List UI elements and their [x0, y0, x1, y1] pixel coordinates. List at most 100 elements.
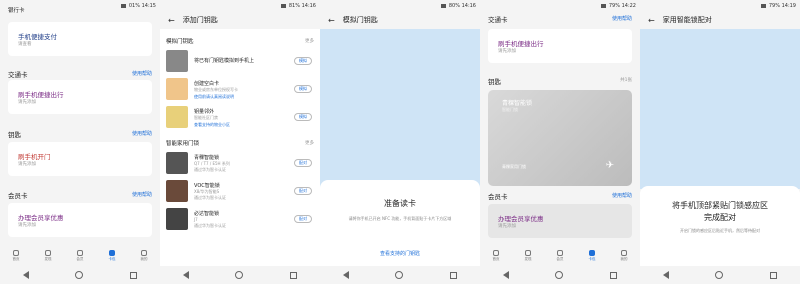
screen-wallet-home: 01% 14:15 银行卡 手机便捷支付 请查看 交通卡 使用帮助 刷手机便捷出行… — [0, 0, 160, 284]
tab-me[interactable]: 我的 — [621, 250, 628, 262]
sheet-desc: 请将你手机已开启 NFC 功能，手机背面贴于卡片下方区域 — [348, 216, 452, 221]
section-member: 会员卡 — [488, 193, 508, 201]
read-card-sheet: 准备读卡 请将你手机已开启 NFC 功能，手机背面贴于卡片下方区域 查看支持的门… — [320, 180, 480, 266]
tab-member[interactable]: 会员 — [557, 250, 564, 262]
tab-home[interactable]: 首页 — [493, 250, 500, 262]
card-transit[interactable]: 刷手机便捷出行 请先添加 — [488, 29, 632, 63]
system-nav — [640, 266, 800, 284]
simulate-button[interactable]: 模拟 — [294, 113, 312, 121]
compass-icon — [525, 250, 531, 256]
tab-discover[interactable]: 发现 — [525, 250, 532, 262]
section-title: 模拟门钥匙 — [166, 39, 194, 45]
plane-icon: ✈ — [605, 160, 614, 171]
more-link[interactable]: 更多 — [305, 38, 314, 44]
tab-bar: 首页 发现 会员 卡包 我的 — [480, 246, 640, 266]
house-image — [166, 106, 188, 128]
status-bar: 80% 14:16 — [320, 0, 480, 11]
tab-cards[interactable]: 卡包 — [589, 250, 596, 262]
help-link[interactable]: 使用帮助 — [612, 192, 632, 199]
tab-cards[interactable]: 卡包 — [109, 250, 116, 262]
lock-image — [166, 208, 188, 230]
help-link[interactable]: 使用帮助 — [132, 191, 152, 198]
list-item[interactable]: 钥量邻外 智能社区门禁 查看支持的物业小区 模拟 — [166, 105, 314, 129]
header: ← 模拟门钥匙 — [320, 11, 480, 29]
back-icon[interactable] — [23, 271, 30, 279]
pair-button[interactable]: 配对 — [294, 187, 312, 195]
battery-icon — [440, 3, 446, 8]
status-bar: 79% 14:19 — [640, 0, 800, 11]
door-key-card[interactable]: 青稞智能锁 智能门锁 青稞家用门锁 ✈ — [488, 90, 632, 186]
tab-member[interactable]: 会员 — [77, 250, 84, 262]
page-title: 模拟门钥匙 — [342, 16, 378, 24]
card-image — [166, 78, 188, 100]
back-arrow-icon[interactable]: ← — [168, 16, 175, 25]
sheet-desc: 开启门锁的感应区后贴近手机，然后等待配对 — [680, 228, 760, 233]
section-title: 智能家用门锁 — [166, 141, 200, 147]
back-arrow-icon[interactable]: ← — [648, 16, 655, 25]
battery-icon — [600, 3, 606, 8]
header: ← 添加门钥匙 — [160, 11, 320, 29]
home-circle-icon[interactable] — [715, 271, 724, 279]
list-item[interactable]: 将已有门钥匙模拟到手机上 模拟 — [166, 49, 314, 73]
simulate-button[interactable]: 模拟 — [294, 57, 312, 65]
recents-icon[interactable] — [609, 271, 617, 279]
page-title: 添加门钥匙 — [182, 16, 218, 24]
sheet-title-1: 将手机顶部紧贴门锁感应区 — [672, 201, 768, 210]
back-icon[interactable] — [343, 271, 350, 279]
tab-bar: 首页 发现 会员 卡包 我的 — [0, 246, 160, 266]
screen-add-key: 81% 14:16 ← 添加门钥匙 模拟门钥匙 更多 将已有门钥匙模拟到手机上 模拟… — [160, 0, 320, 284]
battery-icon — [760, 3, 766, 8]
card-icon — [109, 250, 115, 256]
section-keys: 钥匙 — [8, 131, 21, 139]
lock-image — [166, 180, 188, 202]
list-item[interactable]: VOC智能锁 X8/华为智能S 通过华为智卡认证 配对 — [166, 179, 314, 203]
card-member[interactable]: 办理会员享优惠 请先添加 — [488, 204, 632, 238]
screen-lock-pairing: 79% 14:19 ← 家用智能锁配对 将手机顶部紧贴门锁感应区 完成配对 开启门… — [640, 0, 800, 284]
gift-icon — [77, 250, 83, 256]
background-panel — [320, 29, 480, 195]
phone-image — [166, 50, 188, 72]
list-item[interactable]: 青稞智能锁 Q7 / T7 / E5H 系列 通过华为智卡认证 配对 — [166, 151, 314, 175]
simulate-button[interactable]: 模拟 — [294, 85, 312, 93]
gift-icon — [557, 250, 563, 256]
back-arrow-icon[interactable]: ← — [328, 16, 335, 25]
recents-icon[interactable] — [289, 271, 297, 279]
sheet-title-2: 完成配对 — [704, 213, 736, 222]
home-circle-icon[interactable] — [395, 271, 404, 279]
recents-icon[interactable] — [449, 271, 457, 279]
back-icon[interactable] — [663, 271, 670, 279]
card-payment[interactable]: 手机便捷支付 请查看 — [8, 22, 152, 56]
tab-me[interactable]: 我的 — [141, 250, 148, 262]
home-circle-icon[interactable] — [235, 271, 244, 279]
help-link[interactable]: 使用帮助 — [612, 15, 632, 22]
home-circle-icon[interactable] — [555, 271, 564, 279]
home-icon — [493, 250, 499, 256]
back-icon[interactable] — [183, 271, 190, 279]
header: ← 家用智能锁配对 — [640, 11, 800, 29]
list-item[interactable]: 必达智能锁 J7 通过华为智卡认证 配对 — [166, 207, 314, 231]
key-count[interactable]: 共1张 — [620, 77, 632, 83]
section-member: 会员卡 — [8, 192, 28, 200]
user-icon — [141, 250, 147, 256]
recents-icon[interactable] — [129, 271, 137, 279]
back-icon[interactable] — [503, 271, 510, 279]
page-title: 家用智能锁配对 — [662, 16, 712, 24]
help-link[interactable]: 使用帮助 — [132, 130, 152, 137]
list-item[interactable]: 创建空白卡 物业或房东单位授权写卡 使用前请认真阅读说明 模拟 — [166, 77, 314, 101]
recents-icon[interactable] — [769, 271, 777, 279]
card-door[interactable]: 刷手机开门 请先添加 — [8, 142, 152, 176]
pair-button[interactable]: 配对 — [294, 215, 312, 223]
section-keys: 钥匙 — [488, 78, 501, 86]
home-circle-icon[interactable] — [75, 271, 84, 279]
tab-home[interactable]: 首页 — [13, 250, 20, 262]
pair-button[interactable]: 配对 — [294, 159, 312, 167]
lock-image — [166, 152, 188, 174]
help-link[interactable]: 使用帮助 — [132, 70, 152, 77]
tab-discover[interactable]: 发现 — [45, 250, 52, 262]
supported-keys-link[interactable]: 查看支持的门钥匙 — [320, 250, 480, 257]
more-link[interactable]: 更多 — [305, 140, 314, 146]
system-nav — [160, 266, 320, 284]
card-transit[interactable]: 刷手机便捷出行 请先添加 — [8, 80, 152, 114]
card-member[interactable]: 办理会员享优惠 请先添加 — [8, 203, 152, 237]
compass-icon — [45, 250, 51, 256]
